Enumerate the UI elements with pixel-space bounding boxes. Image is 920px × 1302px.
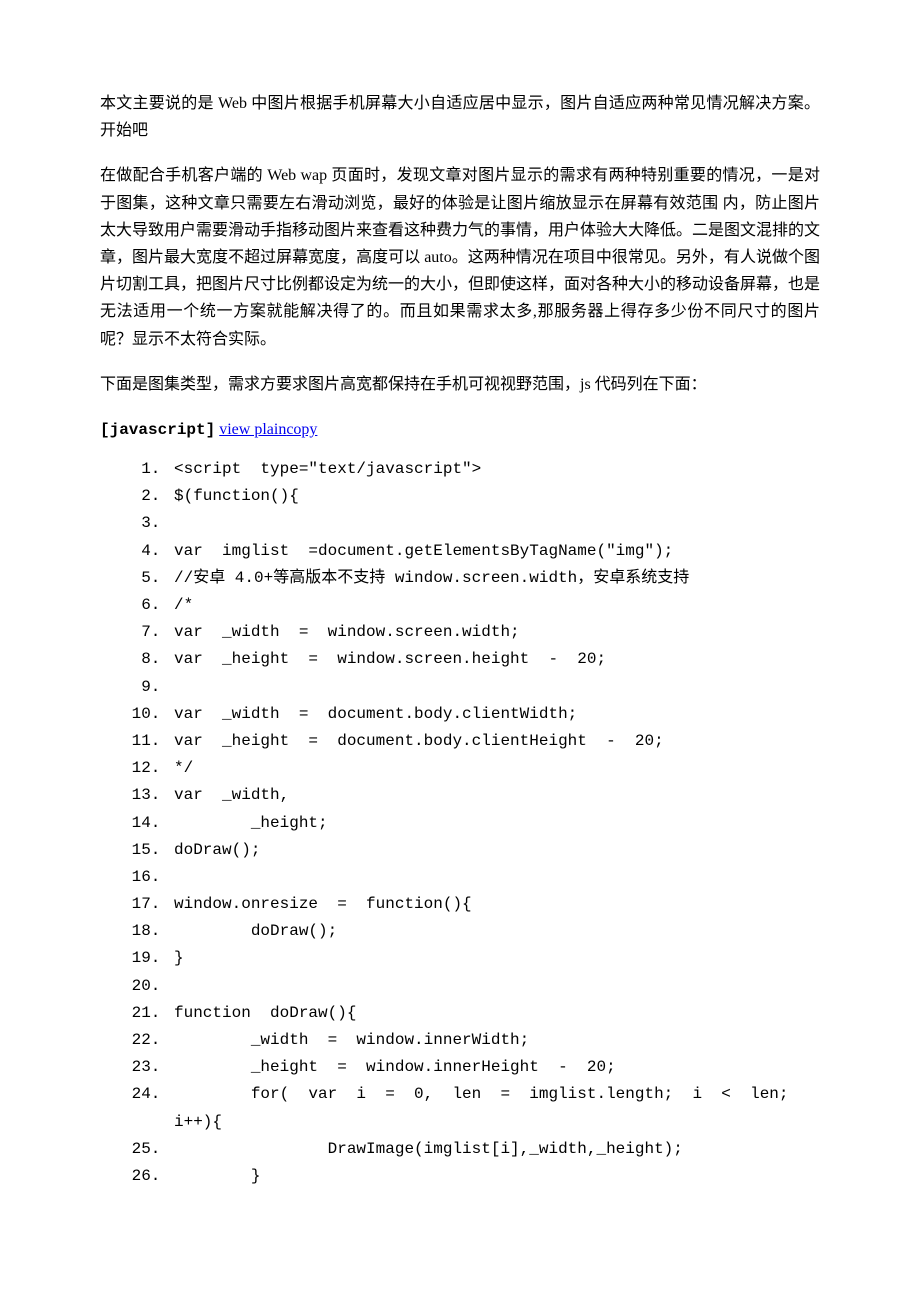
code-line [170,510,820,537]
code-line: } [170,1163,820,1190]
code-line: doDraw(); [170,837,820,864]
code-line [170,864,820,891]
intro-paragraph: 本文主要说的是 Web 中图片根据手机屏幕大小自适应居中显示，图片自适应两种常见… [100,90,820,144]
code-line: DrawImage(imglist[i],_width,_height); [170,1136,820,1163]
copy-link[interactable]: copy [286,421,317,438]
code-language-label: [javascript] [100,421,215,439]
lead-paragraph: 下面是图集类型，需求方要求图片高宽都保持在手机可视视野范围，js 代码列在下面： [100,371,820,398]
code-line: //安卓 4.0+等高版本不支持 window.screen.width，安卓系… [170,565,820,592]
code-line: doDraw(); [170,918,820,945]
code-line: var imglist =document.getElementsByTagNa… [170,538,820,565]
main-paragraph: 在做配合手机客户端的 Web wap 页面时，发现文章对图片显示的需求有两种特别… [100,162,820,352]
code-line: /* [170,592,820,619]
code-line: for( var i = 0, len = imglist.length; i … [170,1081,820,1135]
code-line: var _width, [170,782,820,809]
code-listing: <script type="text/javascript"> $(functi… [100,456,820,1190]
code-line [170,973,820,1000]
view-plain-link[interactable]: view plain [219,421,286,438]
code-header: [javascript] view plaincopy [100,416,820,444]
code-line: } [170,945,820,972]
code-line: var _width = document.body.clientWidth; [170,701,820,728]
code-line [170,674,820,701]
code-line: var _height = window.screen.height - 20; [170,646,820,673]
code-line: window.onresize = function(){ [170,891,820,918]
code-line: var _height = document.body.clientHeight… [170,728,820,755]
code-line: _width = window.innerWidth; [170,1027,820,1054]
code-line: $(function(){ [170,483,820,510]
code-line: <script type="text/javascript"> [170,456,820,483]
code-line: _height; [170,810,820,837]
code-line: */ [170,755,820,782]
code-line: _height = window.innerHeight - 20; [170,1054,820,1081]
code-line: var _width = window.screen.width; [170,619,820,646]
code-line: function doDraw(){ [170,1000,820,1027]
